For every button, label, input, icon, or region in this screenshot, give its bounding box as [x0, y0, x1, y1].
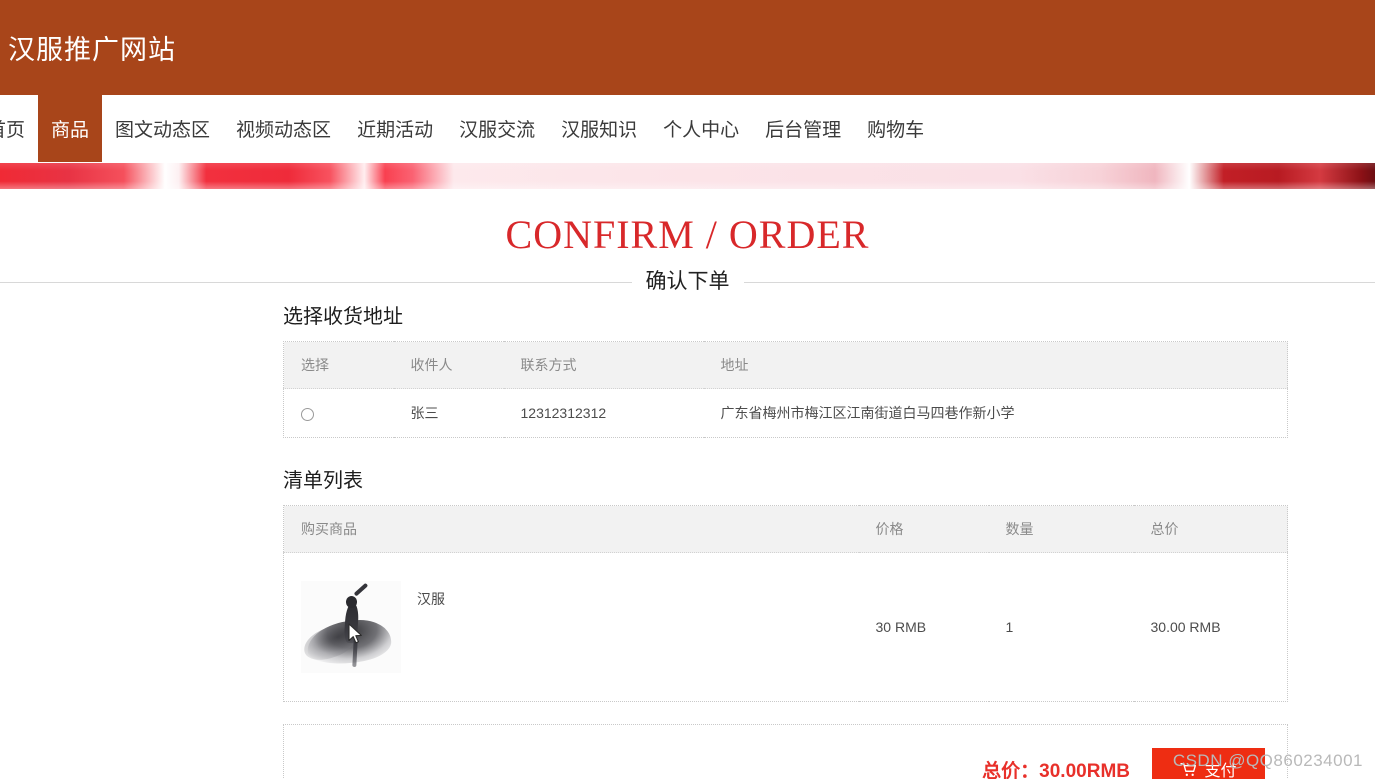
- nav-item-cart[interactable]: 购物车: [854, 95, 937, 162]
- site-header: 汉服推广网站: [0, 0, 1375, 95]
- order-price-value: 30 RMB: [858, 552, 989, 702]
- address-col-phone: 联系方式: [503, 341, 704, 389]
- order-product-cell: 汉服: [283, 552, 859, 702]
- dancer-silhouette-icon: [301, 581, 401, 673]
- order-quantity-value: 1: [988, 552, 1134, 702]
- address-section-heading: 选择收货地址: [283, 306, 403, 328]
- page-title-english: CONFIRM / ORDER: [505, 212, 870, 257]
- nav-item-image-feed[interactable]: 图文动态区: [102, 95, 223, 162]
- order-summary-panel: 总价：30.00RMB 支付: [283, 724, 1288, 779]
- order-items-table: 购买商品 价格 数量 总价 汉服 30 RMB 1 30.00 RMB: [283, 505, 1288, 702]
- address-recipient-value: 张三: [393, 388, 504, 438]
- nav-item-community[interactable]: 汉服交流: [446, 95, 548, 162]
- order-col-product: 购买商品: [283, 505, 859, 553]
- banner-image-strip: [0, 163, 1375, 189]
- page-subtitle-chinese: 确认下单: [631, 264, 744, 300]
- order-section-heading: 清单列表: [283, 470, 363, 492]
- main-navigation: 首页 商品 图文动态区 视频动态区 近期活动 汉服交流 汉服知识 个人中心 后台…: [0, 95, 1375, 163]
- page-subtitle-wrap: 确认下单: [0, 264, 1375, 300]
- address-col-address: 地址: [703, 341, 1288, 389]
- order-col-subtotal: 总价: [1133, 505, 1288, 553]
- page-title-block: CONFIRM / ORDER 确认下单: [0, 189, 1375, 300]
- nav-item-admin[interactable]: 后台管理: [752, 95, 854, 162]
- order-table-header-row: 购买商品 价格 数量 总价: [283, 505, 1288, 553]
- address-col-select: 选择: [283, 341, 394, 389]
- nav-item-profile[interactable]: 个人中心: [650, 95, 752, 162]
- nav-item-knowledge[interactable]: 汉服知识: [548, 95, 650, 162]
- site-title: 汉服推广网站: [8, 35, 176, 65]
- address-col-recipient: 收件人: [393, 341, 504, 389]
- order-subtotal-value: 30.00 RMB: [1133, 552, 1288, 702]
- address-address-value: 广东省梅州市梅江区江南街道白马四巷作新小学: [703, 388, 1288, 438]
- order-col-price: 价格: [858, 505, 989, 553]
- product-thumbnail[interactable]: [301, 581, 401, 673]
- nav-item-events[interactable]: 近期活动: [344, 95, 446, 162]
- product-name: 汉服: [417, 591, 445, 607]
- address-table: 选择 收件人 联系方式 地址 张三 12312312312 广东省梅州市梅江区江…: [283, 341, 1288, 438]
- table-row: 汉服 30 RMB 1 30.00 RMB: [283, 552, 1288, 702]
- csdn-watermark: CSDN @QQ860234001: [1172, 751, 1363, 770]
- content-wrapper: 选择收货地址 选择 收件人 联系方式 地址 张三 12312312312 广东省…: [283, 300, 1288, 779]
- address-radio-button[interactable]: [301, 407, 314, 421]
- address-phone-value: 12312312312: [503, 388, 704, 438]
- nav-item-home[interactable]: 首页: [0, 95, 38, 162]
- order-total-amount: 总价：30.00RMB: [982, 760, 1130, 779]
- nav-item-video-feed[interactable]: 视频动态区: [223, 95, 344, 162]
- address-table-header-row: 选择 收件人 联系方式 地址: [283, 341, 1288, 389]
- order-col-quantity: 数量: [988, 505, 1134, 553]
- address-select-cell: [283, 388, 394, 438]
- nav-item-products[interactable]: 商品: [38, 95, 103, 162]
- table-row: 张三 12312312312 广东省梅州市梅江区江南街道白马四巷作新小学: [283, 388, 1288, 438]
- page-body: CONFIRM / ORDER 确认下单 选择收货地址 选择 收件人 联系方式 …: [0, 189, 1375, 779]
